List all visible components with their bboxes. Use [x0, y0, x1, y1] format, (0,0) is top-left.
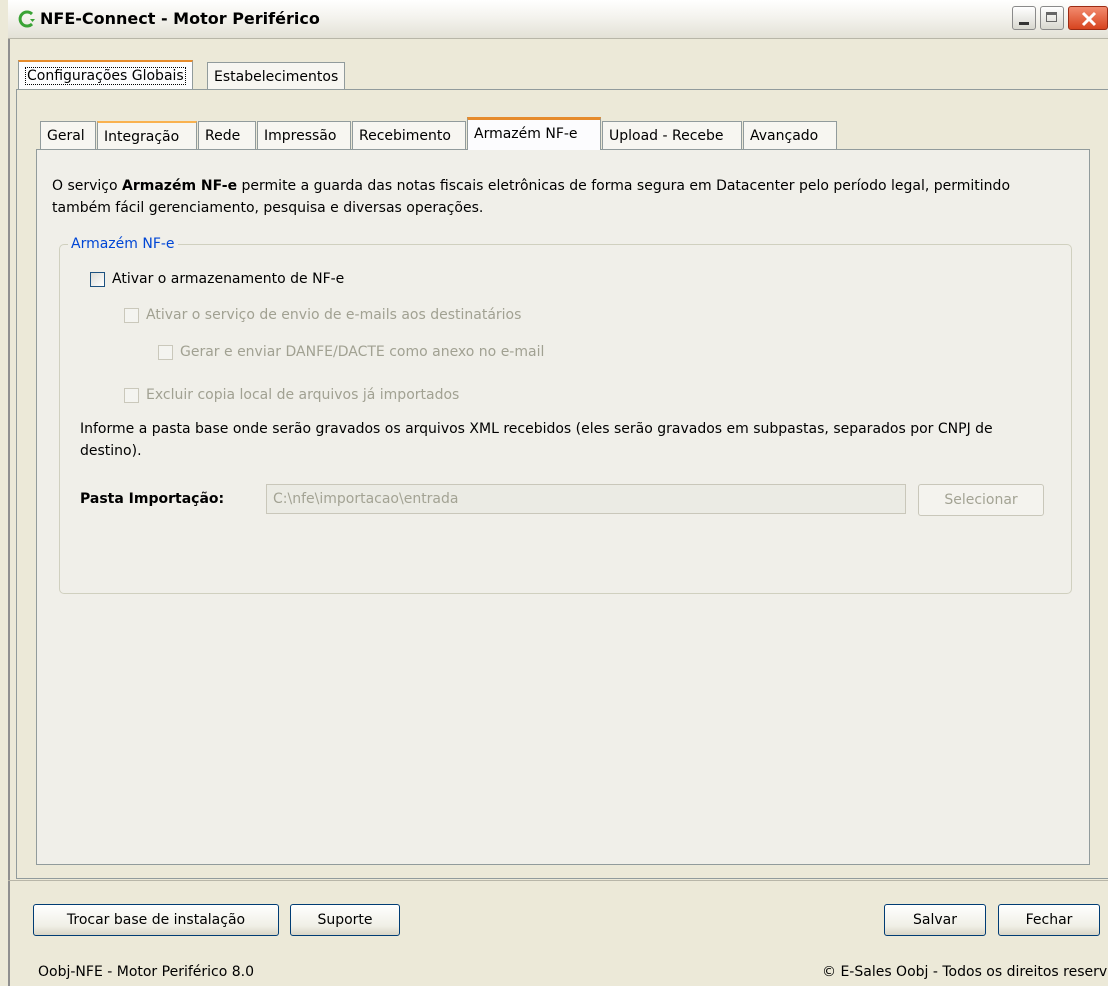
- attach-danfe-checkbox[interactable]: Gerar e enviar DANFE/DACTE como anexo no…: [158, 344, 544, 360]
- checkbox-label: Ativar o serviço de envio de e-mails aos…: [146, 307, 522, 323]
- window-left-border: [8, 38, 10, 986]
- maximize-button[interactable]: [1040, 6, 1064, 30]
- description-bold: Armazém NF-e: [122, 178, 238, 194]
- tab-estabelecimentos[interactable]: Estabelecimentos: [207, 62, 346, 90]
- app-logo-icon: [18, 10, 35, 28]
- service-description: O serviço Armazém NF-e permite a guarda …: [52, 175, 1072, 219]
- tab-label: Integração: [104, 129, 180, 145]
- checkbox-box[interactable]: [124, 387, 139, 403]
- tab-label: Recebimento: [359, 128, 451, 144]
- checkbox-label: Gerar e enviar DANFE/DACTE como anexo no…: [180, 344, 545, 360]
- tab-configuracoes-globais[interactable]: Configurações Globais: [18, 60, 193, 90]
- save-button[interactable]: Salvar: [884, 904, 986, 936]
- support-button[interactable]: Suporte: [290, 904, 400, 936]
- enable-email-checkbox[interactable]: Ativar o serviço de envio de e-mails aos…: [124, 307, 521, 323]
- tab-label: Configurações Globais: [25, 67, 186, 85]
- select-folder-button[interactable]: Selecionar: [918, 484, 1044, 516]
- close-window-button[interactable]: [1068, 6, 1108, 30]
- change-base-button[interactable]: Trocar base de instalação: [33, 904, 279, 936]
- checkbox-box[interactable]: [158, 344, 173, 360]
- footer-divider: [8, 880, 1108, 881]
- description-prefix: O serviço: [52, 178, 123, 194]
- close-icon: [1081, 11, 1097, 27]
- window-title: NFE-Connect - Motor Periférico: [40, 9, 320, 28]
- import-path-field[interactable]: C:\nfe\importacao\entrada: [266, 484, 906, 514]
- checkbox-box[interactable]: [90, 271, 105, 287]
- checkbox-label: Excluir copia local de arquivos já impor…: [146, 387, 460, 403]
- enable-storage-checkbox[interactable]: Ativar o armazenamento de NF-e: [90, 271, 344, 287]
- tab-label: Geral: [47, 128, 85, 144]
- delete-local-checkbox[interactable]: Excluir copia local de arquivos já impor…: [124, 387, 459, 403]
- title-bar[interactable]: NFE-Connect - Motor Periférico: [8, 0, 1108, 39]
- tab-label: Upload - Recebe: [609, 128, 724, 144]
- status-version: Oobj-NFE - Motor Periférico 8.0: [38, 964, 255, 980]
- minimize-button[interactable]: [1012, 6, 1036, 30]
- tab-avancado[interactable]: Avançado: [743, 121, 837, 149]
- tab-recebimento[interactable]: Recebimento: [352, 121, 466, 149]
- tab-label: Impressão: [264, 128, 337, 144]
- checkbox-label: Ativar o armazenamento de NF-e: [112, 271, 345, 287]
- close-button[interactable]: Fechar: [998, 904, 1100, 936]
- folder-info-text: Informe a pasta base onde serão gravados…: [80, 421, 993, 459]
- tab-label: Rede: [205, 128, 241, 144]
- checkbox-box[interactable]: [124, 307, 139, 323]
- tab-impressao[interactable]: Impressão: [257, 121, 351, 149]
- group-title: Armazém NF-e: [68, 236, 178, 252]
- tab-armazem-nfe[interactable]: Armazém NF-e: [467, 117, 601, 150]
- tab-integracao[interactable]: Integração: [97, 121, 197, 149]
- tab-upload-recebe[interactable]: Upload - Recebe: [602, 121, 742, 149]
- path-label: Pasta Importação:: [80, 491, 225, 507]
- tab-label: Armazém NF-e: [474, 126, 578, 142]
- status-copyright: © E-Sales Oobj - Todos os direitos reser…: [822, 964, 1108, 980]
- tab-label: Avançado: [750, 128, 819, 144]
- tab-rede[interactable]: Rede: [198, 121, 256, 149]
- tab-label: Estabelecimentos: [214, 69, 339, 85]
- tab-geral[interactable]: Geral: [40, 121, 96, 149]
